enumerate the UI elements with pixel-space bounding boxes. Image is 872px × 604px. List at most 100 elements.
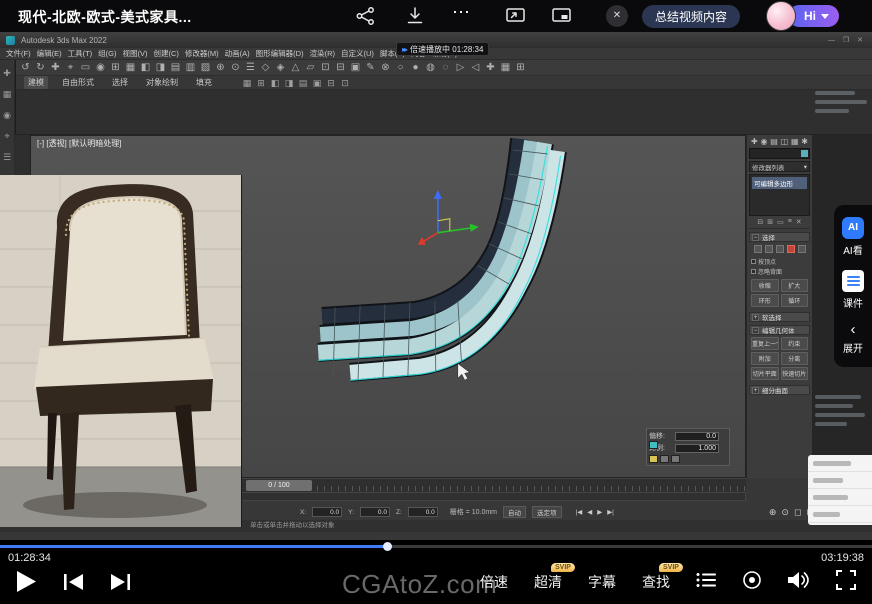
menu-item[interactable]: 视图(V) [123, 48, 148, 59]
stack-toolbar-icon[interactable]: ▭ [777, 218, 784, 226]
summarize-video-button[interactable]: 总结视频内容 [642, 5, 740, 28]
toolbar-icon[interactable]: ◨ [153, 60, 168, 75]
panel-button[interactable]: 分离 [781, 352, 809, 365]
x-field[interactable]: 0.0 [312, 507, 342, 517]
rollout-selection[interactable]: − 选择 [749, 232, 810, 242]
toolbar-icon[interactable]: ✚ [483, 60, 498, 75]
toolbar-icon[interactable]: ◌ [438, 60, 453, 75]
toolbar-icon[interactable]: ⊞ [108, 60, 123, 75]
viewport-nav-icon[interactable]: ⊙ [781, 507, 789, 518]
menu-item[interactable]: 修改器(M) [185, 48, 219, 59]
next-episode-button[interactable] [111, 574, 130, 593]
modifier-list-dropdown[interactable]: 修改器列表 ▾ [749, 161, 810, 172]
mini-icon[interactable] [649, 441, 658, 449]
ribbon-icon[interactable]: ◨ [282, 75, 296, 91]
panel-button[interactable]: 循环 [781, 294, 809, 307]
menu-item[interactable]: 渲染(R) [310, 48, 335, 59]
panel-button[interactable]: 切片平面 [751, 367, 779, 380]
typein-value[interactable]: 0.0 [675, 432, 719, 441]
left-toolbar-icon[interactable]: ▦ [3, 89, 12, 100]
auto-key-button[interactable]: 自动 [503, 506, 526, 518]
toolbar-icon[interactable]: ⊕ [213, 60, 228, 75]
toolbar-icon[interactable]: ⊞ [513, 60, 528, 75]
edge-mode-icon[interactable] [765, 245, 773, 253]
border-mode-icon[interactable] [776, 245, 784, 253]
progress-knob[interactable] [383, 542, 392, 551]
panel-button[interactable]: 快速切片 [781, 367, 809, 380]
toolbar-icon[interactable]: ○ [393, 60, 408, 75]
menu-item[interactable]: 工具(T) [68, 48, 93, 59]
by-vertex-checkbox[interactable]: 按顶点 [751, 257, 808, 266]
command-panel-tab[interactable]: ▤ [770, 137, 778, 146]
ribbon-icon[interactable]: ◧ [268, 75, 282, 91]
mini-player-icon[interactable] [552, 7, 571, 26]
toolbar-icon[interactable]: ◍ [423, 60, 438, 75]
ribbon-icon[interactable]: ▣ [310, 75, 324, 91]
courseware-button[interactable]: 课件 [842, 270, 864, 310]
toolbar-icon[interactable]: ▤ [168, 60, 183, 75]
toolbar-icon[interactable]: ⌖ [63, 60, 78, 75]
command-panel-tab[interactable]: ▦ [791, 137, 799, 146]
mini-icon[interactable] [660, 455, 669, 463]
menu-item[interactable]: 创建(C) [154, 48, 179, 59]
toolbar-icon[interactable]: ▷ [453, 60, 468, 75]
command-panel-tab[interactable]: ◉ [760, 137, 767, 146]
stack-toolbar-icon[interactable]: ⊟ [757, 218, 763, 226]
mini-icon[interactable] [671, 455, 680, 463]
toolbar-icon[interactable]: △ [288, 60, 303, 75]
subtitle-button[interactable]: 字幕 [588, 572, 616, 592]
toolbar-icon[interactable]: ◈ [273, 60, 288, 75]
playback-icon[interactable]: ▶| [607, 508, 614, 516]
ignore-backfacing-checkbox[interactable]: 忽略背面 [751, 267, 808, 276]
stack-toolbar-icon[interactable]: ⊞ [767, 218, 773, 226]
panel-button[interactable]: 扩大 [781, 279, 809, 292]
left-toolbar-icon[interactable]: ✚ [3, 68, 11, 79]
stack-item-editable-poly[interactable]: 可编辑多边形 [752, 177, 807, 189]
more-icon[interactable]: ⋯ [452, 2, 470, 23]
playlist-item[interactable] [808, 472, 872, 489]
toolbar-icon[interactable]: ✎ [363, 60, 378, 75]
vertex-mode-icon[interactable] [754, 245, 762, 253]
speed-button[interactable]: 倍速 [480, 572, 508, 592]
menu-item[interactable]: 自定义(U) [341, 48, 374, 59]
toolbar-icon[interactable]: ⊡ [318, 60, 333, 75]
toolbar-icon[interactable]: ◉ [93, 60, 108, 75]
stack-toolbar-icon[interactable]: ✕ [796, 218, 802, 226]
toolbar-icon[interactable]: ▣ [348, 60, 363, 75]
volume-button[interactable] [788, 571, 810, 592]
mini-icon[interactable] [649, 455, 658, 463]
rollout-subdivision[interactable]: + 细分曲面 [749, 385, 810, 395]
viewport-label[interactable]: [-] [透视] [默认明暗处理] [37, 138, 121, 149]
polygon-mode-icon[interactable] [787, 245, 795, 253]
ribbon-tab[interactable]: 填充 [192, 76, 216, 89]
previous-episode-button[interactable] [64, 574, 83, 593]
command-panel-tab[interactable]: ✚ [751, 137, 758, 146]
z-field[interactable]: 0.0 [408, 507, 438, 517]
toolbar-icon[interactable]: ◁ [468, 60, 483, 75]
toolbar-icon[interactable]: ◧ [138, 60, 153, 75]
playback-icon[interactable]: |◀ [576, 508, 583, 516]
ribbon-icon[interactable]: ⊡ [338, 75, 352, 91]
record-button[interactable] [742, 570, 762, 593]
menu-item[interactable]: 编辑(E) [37, 48, 62, 59]
toolbar-icon[interactable]: ▱ [303, 60, 318, 75]
menu-item[interactable]: 动画(A) [225, 48, 250, 59]
toolbar-icon[interactable]: ☰ [243, 60, 258, 75]
toolbar-icon[interactable]: ▦ [498, 60, 513, 75]
object-color-swatch[interactable] [801, 150, 808, 157]
y-field[interactable]: 0.0 [360, 507, 390, 517]
expand-button[interactable]: ‹ 展开 [843, 323, 863, 355]
menu-item[interactable]: 组(G) [98, 48, 116, 59]
set-key-button[interactable]: 选定项 [532, 506, 562, 518]
element-mode-icon[interactable] [798, 245, 806, 253]
toolbar-icon[interactable]: ⊗ [378, 60, 393, 75]
playback-icon[interactable]: ◀ [587, 508, 592, 516]
play-button[interactable] [16, 570, 36, 596]
modifier-stack[interactable]: 可编辑多边形 [749, 174, 810, 216]
ribbon-icon[interactable]: ⊞ [254, 75, 268, 91]
toolbar-icon[interactable]: ↺ [18, 60, 33, 75]
panel-button[interactable]: 附加 [751, 352, 779, 365]
rollout-edit-geometry[interactable]: − 编辑几何体 [749, 325, 810, 335]
transform-typein-widget[interactable]: 偏移: 0.0 比例: 1.000 [646, 428, 730, 466]
left-toolbar-icon[interactable]: ◉ [3, 110, 11, 121]
